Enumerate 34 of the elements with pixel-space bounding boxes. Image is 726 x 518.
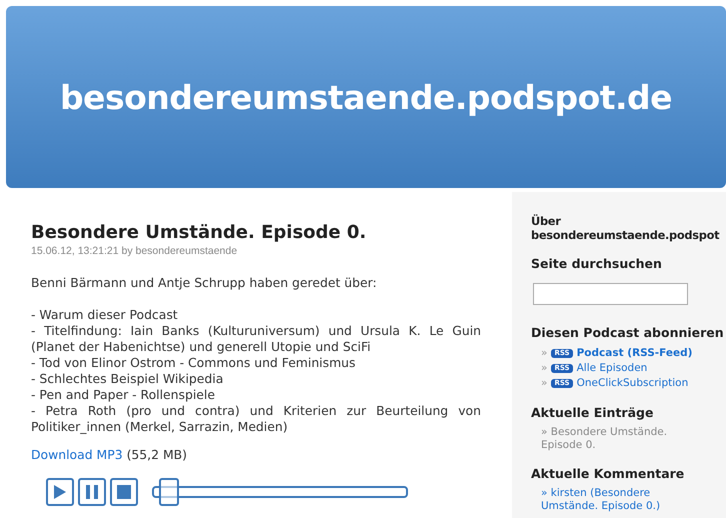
- topic-line: - Titelfindung: Iain Banks (Kulturuniversum) und Ursula K. Le Guin (Planet der Habenichtse) und generell Utopie und SciFi: [31, 323, 481, 355]
- feed-link[interactable]: Alle Episoden: [576, 361, 648, 376]
- post-meta: 15.06.12, 13:21:21 by besondereumstaende: [31, 245, 238, 257]
- bullet: »: [541, 376, 548, 391]
- stop-icon: [117, 485, 131, 499]
- slider-thumb[interactable]: [158, 478, 179, 506]
- section-title: Diesen Podcast abonnieren: [531, 325, 725, 340]
- file-size: (55,2 MB): [126, 447, 187, 462]
- entry-link[interactable]: » Besondere Umstände. Episode 0.: [541, 426, 706, 452]
- section-title: Über besondereumstaende.podspot: [531, 214, 720, 242]
- feed-link[interactable]: Podcast (RSS-Feed): [576, 346, 692, 361]
- pause-button[interactable]: [78, 478, 106, 506]
- bullet: »: [541, 346, 548, 361]
- section-title: Aktuelle Einträge: [531, 405, 654, 420]
- topic-line: - Tod von Elinor Ostrom - Commons und Feminismus: [31, 355, 356, 371]
- pause-icon: [85, 484, 99, 500]
- post-intro: Benni Bärmann und Antje Schrupp haben geredet über:: [31, 275, 378, 291]
- search-field[interactable]: [533, 283, 688, 305]
- feed-link[interactable]: OneClickSubscription: [576, 376, 688, 391]
- play-icon: [53, 484, 67, 500]
- bullet: »: [541, 361, 548, 376]
- topic-line: - Pen and Paper - Rollenspiele: [31, 387, 216, 403]
- comment-link[interactable]: » kirsten (Besondere Umstände. Episode 0.): [541, 487, 706, 513]
- play-button[interactable]: [46, 478, 74, 506]
- site-title[interactable]: besondereumstaende.podspot.de: [60, 78, 672, 116]
- seek-slider[interactable]: [152, 478, 408, 506]
- topic-line: - Warum dieser Podcast: [31, 307, 179, 323]
- download-link[interactable]: Download MP3: [31, 447, 123, 462]
- section-title: Aktuelle Kommentare: [531, 466, 686, 481]
- topic-line: - Petra Roth (pro und contra) und Kriterien zur Beurteilung von Politiker_innen (Merkel, Sarrazin, Medien): [31, 403, 481, 435]
- post-title: Besondere Umstände. Episode 0.: [31, 222, 368, 243]
- stop-button[interactable]: [110, 478, 138, 506]
- topic-line: - Schlechtes Beispiel Wikipedia: [31, 371, 224, 387]
- section-title: Seite durchsuchen: [531, 256, 663, 271]
